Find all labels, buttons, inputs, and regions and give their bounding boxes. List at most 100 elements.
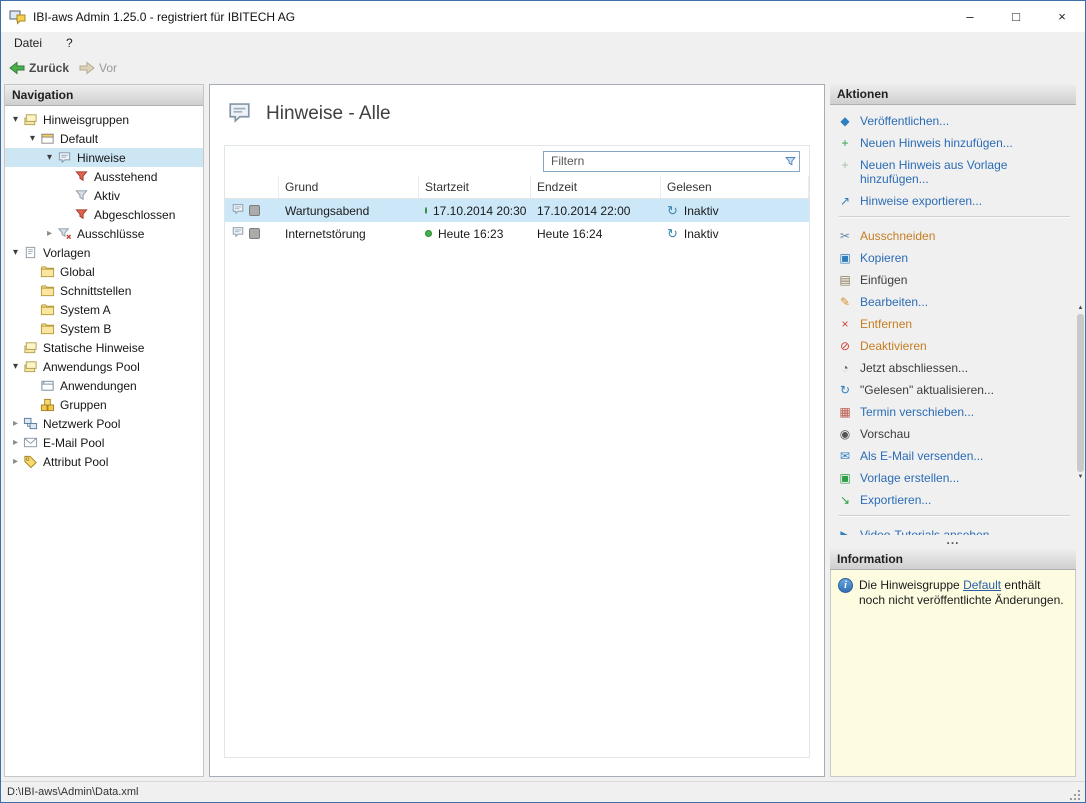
- table-row-internetstörung[interactable]: InternetstörungHeute 16:23Heute 16:24↻In…: [225, 222, 809, 245]
- action-label: Entfernen: [860, 317, 912, 331]
- tree-item-label: E-Mail Pool: [39, 436, 108, 450]
- tree-item-default[interactable]: ▾Default: [5, 129, 203, 148]
- tree-item-hinweisgruppen[interactable]: ▾Hinweisgruppen: [5, 110, 203, 129]
- minimize-button[interactable]: –: [947, 1, 993, 32]
- action-deaktivieren[interactable]: ⊘Deaktivieren: [837, 339, 1072, 353]
- table-empty-area: [225, 245, 809, 757]
- back-button[interactable]: Zurück: [9, 61, 69, 75]
- tree-item-system-a[interactable]: System A: [5, 300, 203, 319]
- tree-item-netzwerk-pool[interactable]: ▸Netzwerk Pool: [5, 414, 203, 433]
- info-icon: i: [838, 578, 853, 593]
- expander-expanded-icon[interactable]: ▾: [43, 148, 56, 167]
- tree-item-statische-hinweise[interactable]: Statische Hinweise: [5, 338, 203, 357]
- close-button[interactable]: ×: [1039, 1, 1085, 32]
- column-header-icon[interactable]: [225, 176, 279, 198]
- actions-separator: [839, 216, 1070, 218]
- tree-item-vorlagen[interactable]: ▾ Vorlagen: [5, 243, 203, 262]
- maximize-button[interactable]: □: [993, 1, 1039, 32]
- tree-item-anwendungs-pool[interactable]: ▾Anwendungs Pool: [5, 357, 203, 376]
- action-label: Veröffentlichen...: [860, 114, 949, 128]
- action-termin-verschieben[interactable]: ▦Termin verschieben...: [837, 405, 1072, 419]
- window-controls: – □ ×: [947, 1, 1085, 32]
- scroll-down-icon[interactable]: ▼: [1078, 473, 1084, 482]
- tree-item-ausschlüsse[interactable]: ▸Ausschlüsse: [5, 224, 203, 243]
- tree-item-system-b[interactable]: System B: [5, 319, 203, 338]
- action-hinweise-exportieren[interactable]: ↗Hinweise exportieren...: [837, 194, 1072, 208]
- cell-startzeit: 17.10.2014 20:30: [419, 199, 531, 222]
- row-icons: [225, 222, 279, 245]
- expander-collapsed-icon[interactable]: ▸: [43, 224, 56, 243]
- deactivate-icon: ⊘: [837, 339, 853, 353]
- action-label: Exportieren...: [860, 493, 931, 507]
- menu-item-datei[interactable]: Datei: [14, 36, 42, 50]
- tree-item-hinweise[interactable]: ▾Hinweise: [5, 148, 203, 167]
- tree-item-global[interactable]: Global: [5, 262, 203, 281]
- column-header-grund[interactable]: Grund: [279, 176, 419, 198]
- expander-collapsed-icon[interactable]: ▸: [9, 433, 22, 452]
- expander-expanded-icon[interactable]: ▾: [9, 357, 22, 376]
- tree-item-gruppen[interactable]: Gruppen: [5, 395, 203, 414]
- filter-input[interactable]: [544, 154, 781, 168]
- resize-grip[interactable]: [1069, 789, 1082, 802]
- scrollbar-thumb[interactable]: [1077, 314, 1084, 472]
- tree-item-anwendungen[interactable]: Anwendungen: [5, 376, 203, 395]
- column-header-gelesen[interactable]: Gelesen: [661, 176, 809, 198]
- cell-grund: Wartungsabend: [279, 199, 419, 222]
- filter-red-icon: [73, 169, 90, 184]
- action-jetzt-abschliessen[interactable]: ◔Jetzt abschliessen...: [837, 361, 1072, 375]
- column-header-endzeit[interactable]: Endzeit: [531, 176, 661, 198]
- action-veröffentlichen[interactable]: ◆ Veröffentlichen...: [837, 114, 1072, 128]
- cell-grund: Internetstörung: [279, 222, 419, 245]
- navigation-tree: ▾Hinweisgruppen▾Default▾Hinweise Ausstehe…: [5, 106, 203, 776]
- expander-collapsed-icon[interactable]: ▸: [9, 452, 22, 471]
- action-exportieren[interactable]: ↘Exportieren...: [837, 493, 1072, 507]
- filter-funnel-icon[interactable]: [781, 155, 799, 168]
- tree-item-abgeschlossen[interactable]: Abgeschlossen: [5, 205, 203, 224]
- action-als-e-mail-versenden[interactable]: ✉Als E-Mail versenden...: [837, 449, 1072, 463]
- tree-item-aktiv[interactable]: Aktiv: [5, 186, 203, 205]
- tree-item-attribut-pool[interactable]: ▸Attribut Pool: [5, 452, 203, 471]
- column-header-startzeit[interactable]: Startzeit: [419, 176, 531, 198]
- tree-item-label: Ausstehend: [90, 170, 161, 184]
- menu-item-help[interactable]: ?: [66, 36, 73, 50]
- publish-icon: ◆: [837, 114, 853, 128]
- table-header: GrundStartzeitEndzeitGelesen: [225, 176, 809, 199]
- tree-item-label: Vorlagen: [39, 246, 94, 260]
- tree-item-e-mail-pool[interactable]: ▸ E-Mail Pool: [5, 433, 203, 452]
- expander-expanded-icon[interactable]: ▾: [9, 243, 22, 262]
- app-icon[interactable]: [9, 9, 27, 25]
- action-ausschneiden[interactable]: ✂Ausschneiden: [837, 229, 1072, 243]
- tree-item-ausstehend[interactable]: Ausstehend: [5, 167, 203, 186]
- expander-expanded-icon[interactable]: ▾: [26, 129, 39, 148]
- action-gelesen-aktualisieren[interactable]: ↻"Gelesen" aktualisieren...: [837, 383, 1072, 397]
- notes-stack-icon: [22, 112, 39, 127]
- folder-icon: [39, 302, 56, 317]
- expander-collapsed-icon[interactable]: ▸: [9, 414, 22, 433]
- filter-row: [225, 146, 809, 176]
- tree-item-schnittstellen[interactable]: Schnittstellen: [5, 281, 203, 300]
- action-entfernen[interactable]: × Entfernen: [837, 317, 1072, 331]
- action-vorlage-erstellen[interactable]: ▣Vorlage erstellen...: [837, 471, 1072, 485]
- action-einfügen[interactable]: ▤Einfügen: [837, 273, 1072, 287]
- send-mail-icon: ✉: [837, 449, 853, 463]
- action-bearbeiten[interactable]: ✎Bearbeiten...: [837, 295, 1072, 309]
- default-group-link[interactable]: Default: [963, 578, 1001, 592]
- calendar-icon: ▦: [837, 405, 853, 419]
- scroll-up-icon[interactable]: ▲: [1078, 304, 1084, 313]
- boxes-icon: [39, 397, 56, 412]
- forward-button-label: Vor: [99, 61, 117, 75]
- remove-icon: ×: [837, 317, 853, 331]
- action-neuen-hinweis-hinzufügen[interactable]: +Neuen Hinweis hinzufügen...: [837, 136, 1072, 150]
- action-neuen-hinweis-aus-vorlage-hinzufügen[interactable]: +Neuen Hinweis aus Vorlage hinzufügen...: [837, 158, 1072, 186]
- action-kopieren[interactable]: ▣Kopieren: [837, 251, 1072, 265]
- expander-expanded-icon[interactable]: ▾: [9, 110, 22, 129]
- filter-gray-icon: [73, 188, 90, 203]
- action-vorschau[interactable]: ◉Vorschau: [837, 427, 1072, 441]
- refresh-icon: ↻: [837, 383, 853, 397]
- actions-scrollbar[interactable]: ▲ ▼: [1076, 84, 1085, 777]
- tree-item-label: Statische Hinweise: [39, 341, 148, 355]
- video-icon: ▶: [837, 528, 853, 535]
- actions-overflow[interactable]: ...: [830, 535, 1076, 549]
- forward-button[interactable]: Vor: [79, 61, 117, 75]
- table-row-wartungsabend[interactable]: Wartungsabend17.10.2014 20:3017.10.2014 …: [225, 199, 809, 222]
